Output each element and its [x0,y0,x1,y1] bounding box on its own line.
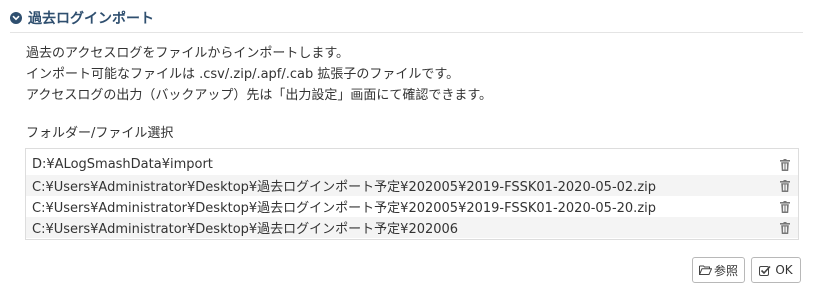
trash-icon[interactable] [780,159,790,171]
file-path: D:¥ALogSmashData¥import [32,157,213,172]
browse-button-label: 参照 [713,263,738,278]
file-list: D:¥ALogSmashData¥import C:¥Users¥Adminis… [25,148,799,240]
ok-button-label: OK [775,263,793,277]
folder-open-icon [698,265,714,275]
file-path: C:¥Users¥Administrator¥Desktop¥過去ログインポート… [32,180,657,195]
file-list-item[interactable]: C:¥Users¥Administrator¥Desktop¥過去ログインポート… [26,196,798,217]
file-list-item[interactable]: D:¥ALogSmashData¥import [26,154,798,175]
checkbox-icon [759,265,773,276]
trash-icon[interactable] [780,222,790,234]
trash-icon[interactable] [780,180,790,192]
description-line: 過去のアクセスログをファイルからインポートします。 [26,46,350,61]
ok-button[interactable]: OK [751,257,801,283]
description-line: アクセスログの出力（バックアップ）先は「出力設定」画面にて確認できます。 [26,88,493,103]
header-divider [10,32,803,33]
file-list-item[interactable]: C:¥Users¥Administrator¥Desktop¥過去ログインポート… [26,217,798,238]
file-path: C:¥Users¥Administrator¥Desktop¥過去ログインポート… [32,201,657,216]
file-path: C:¥Users¥Administrator¥Desktop¥過去ログインポート… [32,222,459,237]
chevron-down-circle-icon[interactable] [10,12,22,24]
trash-icon[interactable] [780,201,790,213]
panel-title: 過去ログインポート [28,11,154,27]
panel-header[interactable]: 過去ログインポート [10,8,154,28]
description-line: インポート可能なファイルは .csv/.zip/.apf/.cab 拡張子のファ… [26,67,460,82]
description: 過去のアクセスログをファイルからインポートします。 インポート可能なファイルは … [26,43,492,106]
folder-file-selection-label: フォルダー/ファイル選択 [26,126,174,141]
browse-button[interactable]: 参照 [692,257,745,283]
file-list-item[interactable]: C:¥Users¥Administrator¥Desktop¥過去ログインポート… [26,175,798,196]
